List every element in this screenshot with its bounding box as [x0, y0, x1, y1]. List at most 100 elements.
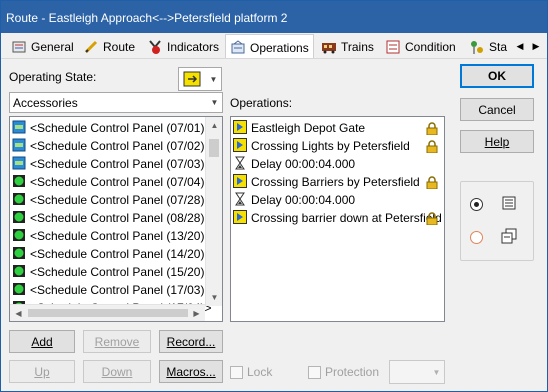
tile-view-radio[interactable] — [470, 231, 483, 244]
list-item-label: <Schedule Control Panel (07/02)> — [30, 139, 212, 153]
horizontal-scrollbar[interactable]: ◀ ▶ — [10, 304, 205, 321]
operation-label: Crossing Lights by Petersfield — [251, 139, 410, 153]
switch-action-icon — [233, 209, 247, 227]
lock-icon — [426, 211, 438, 225]
switch-action-icon — [233, 137, 247, 155]
operation-item[interactable]: Crossing barrier down at Petersfield — [233, 209, 442, 227]
operating-state-value: Accessories — [13, 96, 78, 110]
tab-route[interactable]: Route — [79, 35, 139, 57]
operation-item[interactable]: Eastleigh Depot Gate — [233, 119, 442, 137]
vertical-scrollbar[interactable]: ▲ ▼ — [205, 117, 222, 306]
operation-item[interactable]: Crossing Barriers by Petersfield — [233, 173, 442, 191]
down-button[interactable]: Down — [83, 360, 151, 383]
tab-operations[interactable]: Operations — [225, 34, 314, 58]
list-item[interactable]: <Schedule Control Panel (07/04)> — [12, 173, 211, 191]
operating-state-icon-dropdown[interactable]: ▼ — [178, 67, 222, 91]
list-item-label: <Schedule Control Panel (07/28)> — [30, 193, 212, 207]
tab-strip: General Route Indicators Operations Trai… — [1, 33, 547, 59]
tab-label: General — [31, 40, 74, 54]
ok-button[interactable]: OK — [460, 64, 534, 88]
green-accessory-icon — [12, 228, 26, 245]
green-accessory-icon — [12, 282, 26, 299]
record-button[interactable]: Record... — [159, 330, 223, 353]
list-item-label: <Schedule Control Panel (07/03)> — [30, 157, 212, 171]
tab-state[interactable]: Sta — [465, 35, 511, 57]
train-icon — [321, 39, 337, 55]
chevron-down-icon: ▼ — [432, 367, 441, 377]
operations-list[interactable]: Eastleigh Depot Gate Crossing Lights by P… — [230, 116, 445, 322]
list-item[interactable]: <Schedule Control Panel (17/03)> — [12, 281, 211, 299]
tab-indicators[interactable]: Indicators — [143, 35, 223, 57]
green-accessory-icon — [12, 192, 26, 209]
tab-trains[interactable]: Trains — [317, 35, 378, 57]
list-item[interactable]: <Schedule Control Panel (07/02)> — [12, 137, 211, 155]
list-item[interactable]: <Schedule Control Panel (15/20)> — [12, 263, 211, 281]
list-item-label: <Schedule Control Panel (08/28)> — [30, 211, 212, 225]
scroll-thumb[interactable] — [28, 309, 188, 317]
green-accessory-icon — [12, 174, 26, 191]
list-item-label: <Schedule Control Panel (07/04)> — [30, 175, 212, 189]
panel-accessory-icon — [12, 120, 26, 137]
list-view-radio[interactable] — [470, 198, 483, 211]
tabs-scroll-right-button[interactable]: ▶ — [529, 37, 543, 55]
state-icon — [469, 39, 485, 55]
list-item-label: <Schedule Control Panel (15/20)> — [30, 265, 212, 279]
list-item-label: <Schedule Control Panel (14/20)> — [30, 247, 212, 261]
tabs-scroll-left-button[interactable]: ◀ — [513, 37, 527, 55]
operations-icon — [230, 39, 246, 56]
operation-item[interactable]: Delay 00:00:04.000 — [233, 191, 442, 209]
checkbox-box — [230, 365, 243, 379]
operation-item[interactable]: Crossing Lights by Petersfield — [233, 137, 442, 155]
list-item[interactable]: <Schedule Control Panel (14/20)> — [12, 245, 211, 263]
scroll-right-icon[interactable]: ▶ — [188, 305, 205, 321]
switch-action-icon — [233, 119, 247, 137]
lock-icon — [426, 121, 438, 135]
pencil-icon — [83, 39, 99, 55]
tab-condition[interactable]: Condition — [381, 35, 460, 57]
accessories-list[interactable]: <Schedule Control Panel (07/01)> <Schedul… — [9, 116, 223, 322]
protection-select[interactable]: ▼ — [389, 360, 445, 384]
title-bar: Route - Eastleigh Approach<-->Petersfiel… — [1, 1, 547, 33]
tab-label: Condition — [405, 40, 456, 54]
window-title: Route - Eastleigh Approach<-->Petersfiel… — [6, 11, 288, 25]
operation-label: Eastleigh Depot Gate — [251, 121, 366, 135]
chevron-down-icon: ▼ — [210, 98, 219, 107]
list-item[interactable]: <Schedule Control Panel (07/28)> — [12, 191, 211, 209]
green-accessory-icon — [12, 210, 26, 227]
list-item[interactable]: <Schedule Control Panel (13/20)> — [12, 227, 211, 245]
tab-general[interactable]: General — [7, 35, 78, 57]
operation-label: Crossing Barriers by Petersfield — [251, 175, 420, 189]
lock-checkbox[interactable]: Lock — [230, 365, 272, 379]
tab-label: Sta — [489, 40, 508, 54]
operating-state-select[interactable]: Accessories ▼ — [9, 92, 223, 113]
indicators-icon — [147, 39, 163, 55]
checkbox-box — [308, 365, 321, 379]
list-item[interactable]: <Schedule Control Panel (08/28)> — [12, 209, 211, 227]
general-icon — [11, 39, 27, 55]
scroll-up-icon[interactable]: ▲ — [206, 117, 222, 134]
list-item-label: <Schedule Control Panel (17/03)> — [30, 283, 212, 297]
list-view-icon — [501, 195, 517, 214]
operating-state-label: Operating State: — [9, 70, 97, 84]
protection-checkbox[interactable]: Protection — [308, 365, 379, 379]
tab-label: Operations — [250, 40, 309, 55]
condition-icon — [385, 39, 401, 55]
hourglass-icon — [233, 156, 247, 173]
up-button[interactable]: Up — [9, 360, 75, 383]
scroll-down-icon[interactable]: ▼ — [206, 289, 222, 306]
help-button[interactable]: Help — [460, 130, 534, 153]
green-accessory-icon — [12, 264, 26, 281]
operation-item[interactable]: Delay 00:00:04.000 — [233, 155, 442, 173]
tab-label: Route — [103, 40, 136, 54]
scroll-thumb[interactable] — [209, 139, 219, 157]
list-item-label: <Schedule Control Panel (13/20)> — [30, 229, 212, 243]
cancel-button[interactable]: Cancel — [460, 98, 534, 121]
view-mode-group — [460, 181, 534, 261]
list-item[interactable]: <Schedule Control Panel (07/03)> — [12, 155, 211, 173]
add-button[interactable]: Add — [9, 330, 75, 353]
macros-button[interactable]: Macros... — [159, 360, 223, 383]
scroll-left-icon[interactable]: ◀ — [10, 305, 27, 321]
list-item[interactable]: <Schedule Control Panel (07/01)> — [12, 119, 211, 137]
operation-label: Delay 00:00:04.000 — [251, 193, 356, 207]
remove-button[interactable]: Remove — [83, 330, 151, 353]
